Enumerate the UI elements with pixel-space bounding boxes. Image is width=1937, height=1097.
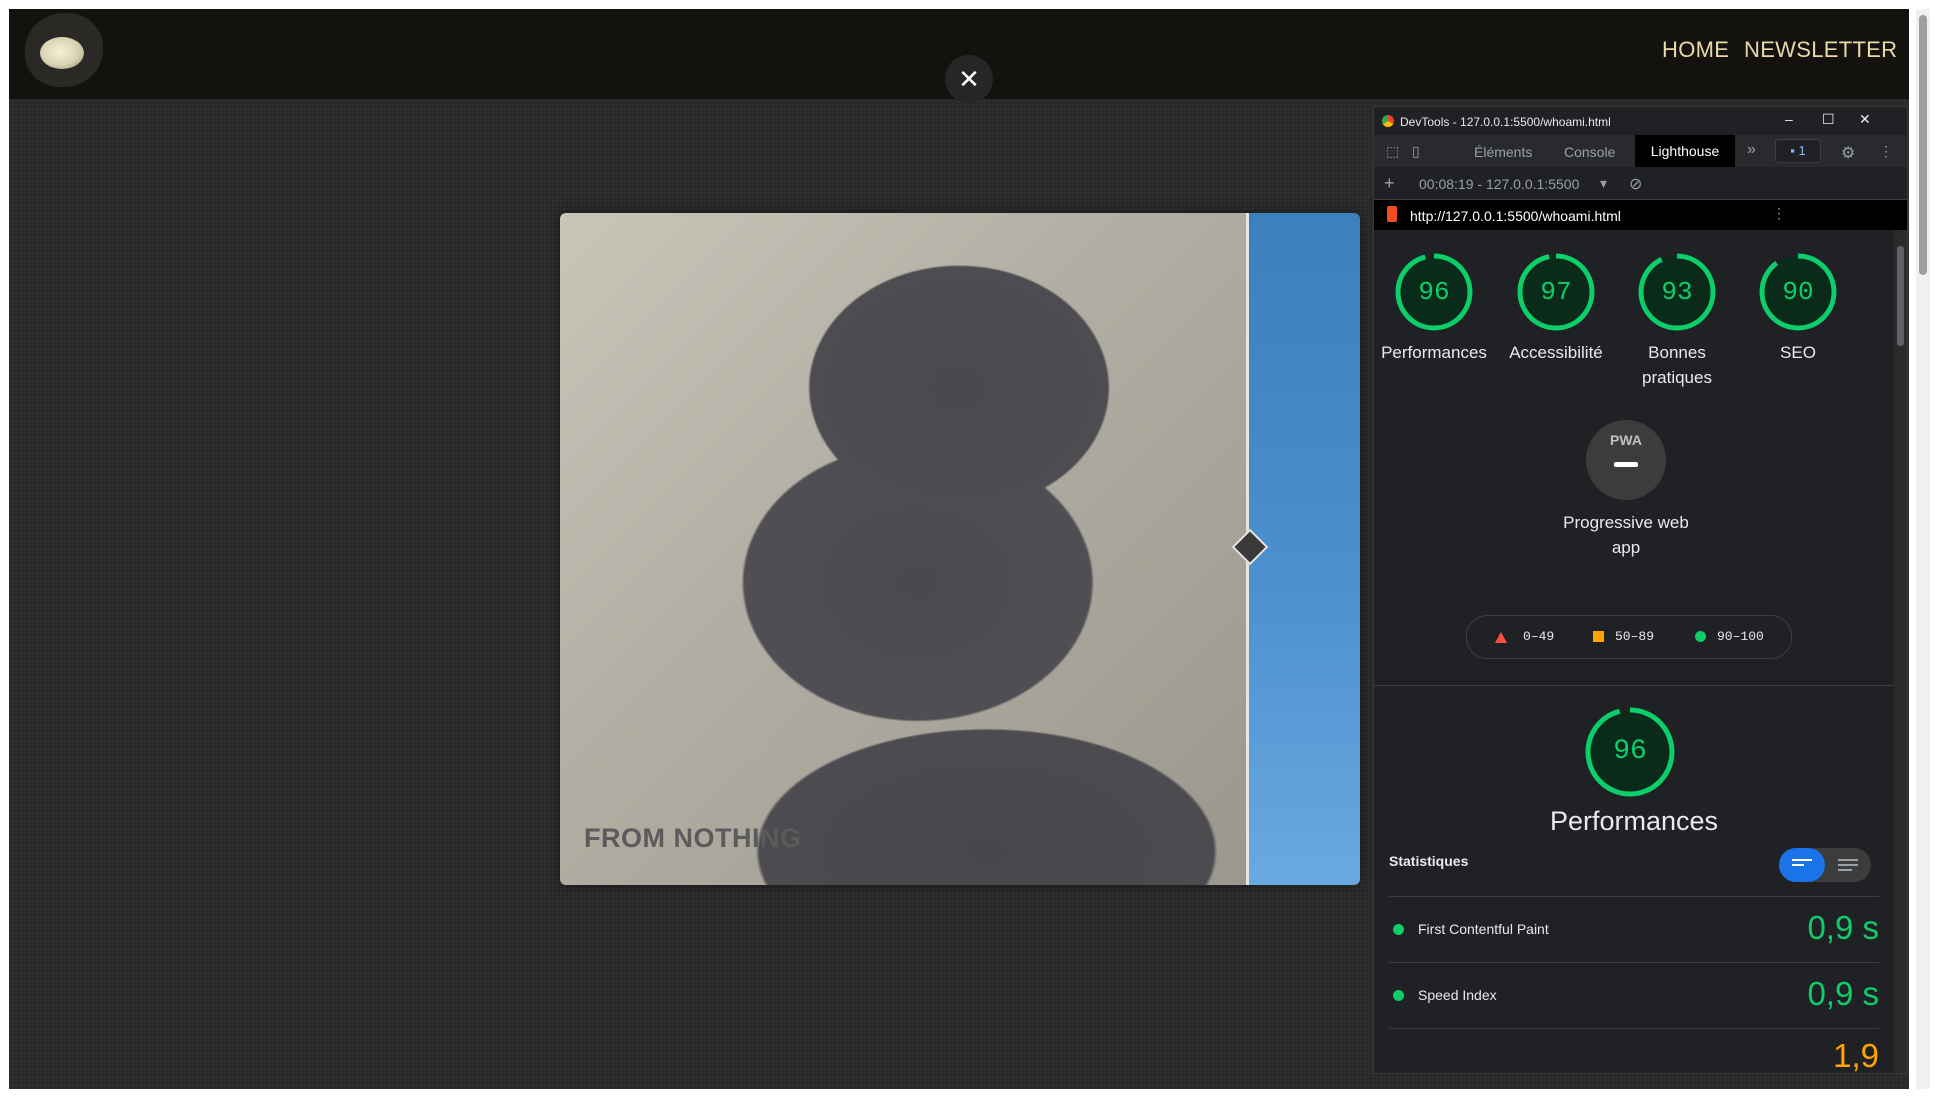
chevron-down-icon[interactable]: ▾: [1600, 175, 1607, 192]
score-gauge-performances: 96: [1394, 252, 1474, 332]
gauge-value: 97: [1540, 277, 1572, 307]
url-menu-icon[interactable]: ⋮: [1772, 205, 1786, 222]
pwa-icon: PWA: [1610, 432, 1642, 448]
gauge-label: Bonnes pratiques: [1642, 343, 1712, 387]
comparison-image[interactable]: FROM NOTHING: [560, 213, 1360, 885]
shadow-photo: [560, 213, 1248, 885]
performance-title: Performances: [1549, 806, 1719, 836]
score-seo[interactable]: 90 SEO: [1743, 252, 1853, 365]
page-scrollbar-thumb[interactable]: [1919, 15, 1927, 275]
gauge-value: 90: [1782, 277, 1814, 307]
metric-value: 0,9 s: [1807, 909, 1879, 946]
score-gauge-seo: 90: [1758, 252, 1838, 332]
toggle-compact-view[interactable]: [1779, 848, 1825, 882]
score-gauge-accessibilite: 97: [1516, 252, 1596, 332]
issues-icon: ▪: [1790, 143, 1799, 158]
gauge-value: 96: [1418, 277, 1450, 307]
gauge-label: Performances: [1381, 343, 1487, 362]
new-report-icon[interactable]: +: [1384, 173, 1395, 194]
pass-circle-icon: [1695, 631, 1706, 642]
expanded-lines-icon[interactable]: [1838, 859, 1858, 871]
metric-name: First Contentful Paint: [1418, 921, 1549, 937]
nav-newsletter-link[interactable]: NEWSLETTER: [1744, 37, 1897, 63]
lightbox-close-button[interactable]: ✕: [945, 55, 993, 103]
score-accessibilite[interactable]: 97 Accessibilité: [1501, 252, 1611, 365]
clear-reports-icon[interactable]: ⊘: [1629, 174, 1642, 194]
score-performances[interactable]: 96 Performances: [1379, 252, 1489, 365]
gauge-value: 93: [1661, 277, 1693, 307]
lighthouse-run-bar: + 00:08:19 - 127.0.0.1:5500 ▾ ⊘: [1374, 167, 1907, 200]
score-legend: 0–49 50–89 90–100: [1466, 615, 1792, 659]
metric-value: 0,9 s: [1807, 975, 1879, 1012]
kebab-menu-icon[interactable]: ⋮: [1879, 143, 1893, 160]
site-logo[interactable]: [25, 13, 103, 87]
metric-row-partial: 1,9: [1389, 1028, 1879, 1074]
performance-score: 96: [1613, 736, 1647, 767]
lighthouse-report: 96 Performances 97 Accessibilité 93 Bonn…: [1374, 230, 1894, 1073]
legend-pass: 90–100: [1717, 629, 1764, 644]
stats-title: Statistiques: [1389, 853, 1469, 869]
report-scrollbar[interactable]: [1894, 230, 1907, 1073]
close-window-button[interactable]: ✕: [1859, 111, 1871, 128]
score-gauge-bonnes-pratiques: 93: [1637, 252, 1717, 332]
inspect-element-icon[interactable]: ⬚: [1386, 143, 1399, 160]
pass-circle-icon: [1393, 924, 1404, 935]
metric-value-partial: 1,9: [1833, 1037, 1879, 1074]
more-tabs-icon[interactable]: »: [1747, 141, 1756, 159]
compact-lines-icon: [1792, 859, 1812, 871]
pwa-dash-icon: [1614, 462, 1638, 467]
minimize-button[interactable]: –: [1785, 111, 1793, 127]
issues-badge[interactable]: ▪ 1: [1775, 139, 1821, 163]
metric-row-speed-index: Speed Index 0,9 s: [1389, 962, 1879, 1029]
legend-fail: 0–49: [1523, 629, 1555, 644]
gauge-label: SEO: [1780, 343, 1816, 362]
divider: [1374, 685, 1894, 686]
report-scrollbar-thumb[interactable]: [1897, 246, 1904, 346]
metric-name: Speed Index: [1418, 987, 1497, 1003]
gauge-label: Accessibilité: [1509, 343, 1603, 362]
chrome-icon: [1382, 115, 1394, 127]
maximize-button[interactable]: ☐: [1822, 111, 1835, 128]
tab-console[interactable]: Console: [1564, 144, 1615, 160]
tab-lighthouse[interactable]: Lighthouse: [1635, 135, 1735, 167]
nav-home-link[interactable]: HOME: [1662, 37, 1729, 63]
pwa-label: Progressive web app: [1563, 513, 1689, 557]
devtools-window-title: DevTools - 127.0.0.1:5500/whoami.html: [1400, 115, 1611, 129]
metrics-view-toggle[interactable]: [1779, 848, 1871, 882]
pwa-badge[interactable]: PWA: [1586, 420, 1666, 500]
score-bonnes-pratiques[interactable]: 93 Bonnes pratiques: [1622, 252, 1732, 390]
report-url-bar: http://127.0.0.1:5500/whoami.html ⋮: [1374, 200, 1907, 230]
issues-count: 1: [1798, 143, 1806, 158]
photo-caption: FROM NOTHING: [584, 823, 802, 853]
metric-row-fcp: First Contentful Paint 0,9 s: [1389, 896, 1879, 963]
report-selector[interactable]: 00:08:19 - 127.0.0.1:5500: [1419, 176, 1579, 192]
performance-gauge: 96: [1584, 706, 1676, 798]
devtools-titlebar: DevTools - 127.0.0.1:5500/whoami.html – …: [1374, 107, 1907, 135]
page-scrollbar[interactable]: [1916, 9, 1930, 1089]
devtools-tabbar: ⬚ ▯ Éléments Console Lighthouse » ▪ 1 ⚙ …: [1374, 135, 1907, 168]
average-square-icon: [1593, 631, 1604, 642]
settings-gear-icon[interactable]: ⚙: [1841, 143, 1855, 163]
tab-elements[interactable]: Éléments: [1474, 144, 1532, 160]
device-toolbar-icon[interactable]: ▯: [1412, 143, 1420, 160]
report-url: http://127.0.0.1:5500/whoami.html: [1410, 208, 1621, 224]
pass-circle-icon: [1393, 990, 1404, 1001]
devtools-window: DevTools - 127.0.0.1:5500/whoami.html – …: [1373, 106, 1908, 1074]
legend-average: 50–89: [1615, 629, 1655, 644]
logo-image: [40, 37, 84, 69]
fail-triangle-icon: [1495, 632, 1507, 643]
lighthouse-icon: [1387, 206, 1397, 222]
